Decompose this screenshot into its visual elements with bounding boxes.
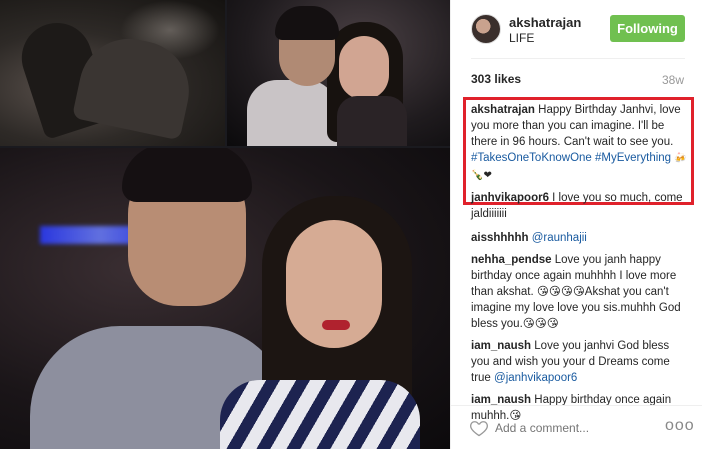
comment-item: nehha_pendse Love you janh happy birthda… [471, 252, 689, 332]
avatar[interactable] [471, 14, 501, 44]
comment-footer: ooo [451, 405, 702, 449]
comment-username[interactable]: aisshhhhh [471, 232, 529, 244]
comment-hashtags[interactable]: #TakesOneToKnowOne #MyEverything [471, 152, 671, 164]
header-divider [471, 58, 685, 59]
following-button[interactable]: Following [610, 15, 685, 42]
photo-top-left [0, 0, 225, 146]
comment-username[interactable]: iam_naush [471, 340, 531, 352]
more-options-icon[interactable]: ooo [665, 418, 695, 434]
likes-count[interactable]: 303 likes [471, 72, 521, 86]
post-age[interactable]: 38w [662, 73, 684, 87]
post-side-panel: akshatrajan LIFE Following 303 likes 38w… [450, 0, 702, 449]
comment-item: janhvikapoor6 I love you so much, come j… [471, 190, 689, 222]
comment-mention[interactable]: @raunhajii [532, 232, 587, 244]
post-username[interactable]: akshatrajan [509, 15, 581, 30]
comment-item: akshatrajan Happy Birthday Janhvi, love … [471, 102, 689, 184]
comment-mention[interactable]: @janhvikapoor6 [494, 372, 577, 384]
comment-username[interactable]: akshatrajan [471, 104, 535, 116]
comment-username[interactable]: janhvikapoor6 [471, 192, 549, 204]
photo-top-right [227, 0, 450, 146]
photo-main [0, 148, 450, 449]
comments-list: akshatrajan Happy Birthday Janhvi, love … [471, 102, 689, 430]
comment-username[interactable]: nehha_pendse [471, 254, 552, 266]
comment-item: iam_naush Love you janhvi God bless you … [471, 338, 689, 386]
post-location[interactable]: LIFE [509, 31, 534, 45]
heart-icon[interactable] [469, 418, 489, 438]
comment-item: aisshhhhh @raunhajii [471, 230, 689, 246]
add-comment-input[interactable] [495, 416, 655, 440]
post-header: akshatrajan LIFE Following [451, 0, 702, 58]
post-photo-collage [0, 0, 450, 449]
